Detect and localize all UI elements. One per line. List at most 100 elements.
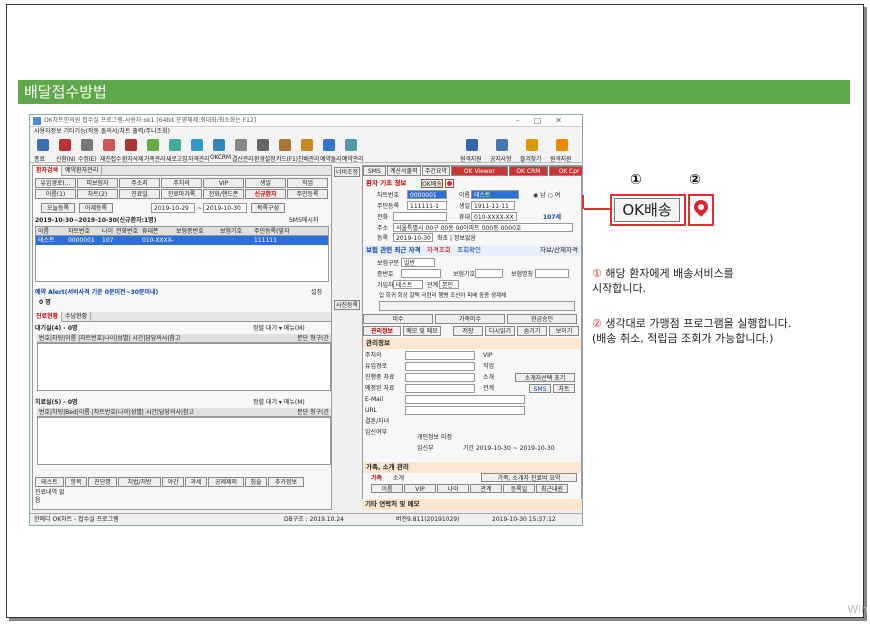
tab-treatment-status[interactable]: 진료현황 <box>33 312 63 322</box>
bottom-tab-7[interactable]: 침술 <box>245 477 267 487</box>
new-patient-icon[interactable] <box>59 139 71 151</box>
treatment-list[interactable] <box>37 417 331 465</box>
intro-select-button[interactable]: 소개자선택 초기 <box>515 373 575 382</box>
holder-field[interactable]: 테스트 <box>393 280 423 289</box>
waiting-sort[interactable]: 정렬 대기 ▾ 메뉴(M) <box>253 324 305 333</box>
right-tab-0[interactable]: SMS <box>363 166 386 176</box>
right-tab-3[interactable]: OK Viewer <box>451 166 508 176</box>
exit-icon[interactable] <box>37 139 49 151</box>
toolbar-label-14[interactable]: 예약관리 <box>342 154 363 163</box>
sym-field[interactable] <box>475 269 503 278</box>
left-tabs[interactable]: 환자검색 예약환자관리 <box>33 166 331 176</box>
filter-filters2-0[interactable]: 이름(1) <box>35 189 76 199</box>
refresh-icon[interactable] <box>169 139 181 151</box>
toolbar-label-3[interactable]: 재진접수 <box>100 154 121 163</box>
filter-filters2-3[interactable]: 진료마가록 <box>161 189 202 199</box>
reservation-icon[interactable] <box>323 139 335 151</box>
toolbar-label-7[interactable]: 자격관리 <box>188 154 209 163</box>
settings-link[interactable]: 설정 <box>311 288 322 297</box>
yesterday-register-button[interactable]: 어제등록 <box>79 203 113 213</box>
settlement-icon[interactable] <box>235 139 247 151</box>
toolbar-right-label-3[interactable]: 원격지원 <box>550 154 571 163</box>
toolbar-label-0[interactable]: 종료 <box>34 154 45 163</box>
filter-filters1-6[interactable]: 직업 <box>287 178 328 188</box>
memo-btn-0[interactable]: 저장 <box>453 326 483 336</box>
payment-tab-0[interactable]: 미수 <box>363 314 433 324</box>
ok-delivery-small-button[interactable]: OK배송 <box>421 179 443 188</box>
auto-insurance-tab[interactable]: 자보/산재자격 <box>540 245 578 256</box>
treatment-sort[interactable]: 정렬 대기 ▾ 메뉴(M) <box>253 398 305 407</box>
toolbar-right-label-0[interactable]: 원격지원 <box>460 154 481 163</box>
toolbar-right-label-2[interactable]: 즐겨찾기 <box>520 154 541 163</box>
toolbar-right-label-1[interactable]: 공지사항 <box>490 154 511 163</box>
bottom-tab-3[interactable]: 치법/처방 <box>118 477 161 487</box>
tab-payment-status[interactable]: 수납현황 <box>62 312 92 322</box>
settings-icon[interactable] <box>257 139 269 151</box>
edit-icon[interactable] <box>81 139 93 151</box>
memo-btn-3[interactable]: 보이기 <box>549 326 579 336</box>
mgmt-field-0[interactable] <box>405 351 475 360</box>
mgmt-field-4[interactable] <box>405 395 525 404</box>
confirm-check-tab[interactable]: 조회확인 <box>457 246 481 254</box>
menu-bar[interactable]: 사용자정보 기타기능(작동 돌의서/차트 출력/주니조회) <box>30 127 582 137</box>
filter-filters2-1[interactable]: 차트(2) <box>77 189 118 199</box>
width-adjust-button[interactable]: 너비조정 <box>334 167 360 177</box>
delivery-pin-small-icon[interactable] <box>445 179 454 188</box>
window-controls[interactable]: –□✕ <box>516 115 576 127</box>
waiting-list[interactable] <box>37 343 331 391</box>
toolbar-label-1[interactable]: 신환(N) <box>56 154 75 163</box>
toolbar-label-9[interactable]: 결산관리 <box>232 154 253 163</box>
bottom-tab-2[interactable]: 진단명 <box>88 477 117 487</box>
filter-filters2-4[interactable]: 전화/핸드폰 <box>203 189 244 199</box>
address-field[interactable]: 서울특별시 00구 00동 00아파트 000동 0000호 <box>393 223 573 232</box>
preg-text[interactable]: 임신부 <box>417 444 434 453</box>
delete-icon[interactable] <box>125 139 137 151</box>
payment-tab-1[interactable]: 가족미수 <box>435 314 505 324</box>
revisit-icon[interactable] <box>103 139 115 151</box>
family-summary-button[interactable]: 가족, 소개자 진료비 요약 <box>481 473 577 482</box>
memo-btn-2[interactable]: 숨기기 <box>517 326 547 336</box>
sms-small-button[interactable]: SMS <box>529 384 551 393</box>
rel-field[interactable]: 본인 <box>439 280 459 289</box>
family-icon[interactable] <box>147 139 159 151</box>
right-tab-5[interactable]: OK Cpr <box>549 166 582 176</box>
filter-filters1-5[interactable]: 생일 <box>245 178 286 188</box>
delivery-icon[interactable] <box>301 139 313 151</box>
mobile-field[interactable]: 010-XXXX-XX <box>471 212 517 221</box>
chart-small-button[interactable]: 차트 <box>553 384 575 393</box>
toolbar-label-10[interactable]: 환경설정 <box>254 154 275 163</box>
bottom-tab-8[interactable]: 추가정보 <box>268 477 304 487</box>
reg-date-field[interactable]: 2019-10-30 <box>393 233 433 242</box>
toolbar-label-11[interactable]: 카드(F1) <box>276 154 298 163</box>
chart-no-field[interactable]: 0000001 <box>407 190 447 199</box>
today-register-button[interactable]: 오늘등록 <box>41 203 75 213</box>
crm-icon[interactable] <box>213 139 225 151</box>
filter-filters1-0[interactable]: 유입경로(... <box>35 178 76 188</box>
favorite-icon[interactable] <box>526 139 538 151</box>
toolbar-label-2[interactable]: 수정(E) <box>78 154 97 163</box>
family-tab[interactable]: 가족 <box>371 474 382 483</box>
mgmt-field-5[interactable] <box>405 406 525 415</box>
bottom-tab-0[interactable]: 테스트 <box>35 477 64 487</box>
tab-patient-search[interactable]: 환자검색 <box>33 166 63 176</box>
sms-message-label[interactable]: SMS메시지 <box>289 216 318 225</box>
bottom-tab-1[interactable]: 항목 <box>65 477 87 487</box>
qualification-icon[interactable] <box>191 139 203 151</box>
status-tabs[interactable]: 진료현황 수납현황 <box>33 312 331 322</box>
table-row[interactable]: 테스트 0000001 107 010-XXXX- 111111 <box>36 236 328 245</box>
memo-btn-1[interactable]: 다시읽기 <box>485 326 515 336</box>
right-tab-1[interactable]: 계산서출력 <box>386 166 421 176</box>
list-build-button[interactable]: 목록구성 <box>251 203 285 213</box>
ins-type-field[interactable]: 일반 <box>401 258 435 267</box>
notice-icon[interactable] <box>496 139 508 151</box>
mgmt-field-3[interactable] <box>405 384 475 393</box>
mgmt-field-2[interactable] <box>405 373 475 382</box>
memo-tab-1[interactable]: 메모 및 메모 <box>403 326 441 336</box>
right-tab-2[interactable]: 주간요약 <box>421 166 451 176</box>
filter-filters1-1[interactable]: 피보험자 <box>77 178 118 188</box>
remote-icon[interactable] <box>466 139 478 151</box>
calendar-icon[interactable] <box>345 139 357 151</box>
birth-field[interactable]: 1911-11-11 <box>471 201 515 210</box>
remote-support-icon[interactable] <box>556 139 568 151</box>
cert-field[interactable] <box>401 269 441 278</box>
